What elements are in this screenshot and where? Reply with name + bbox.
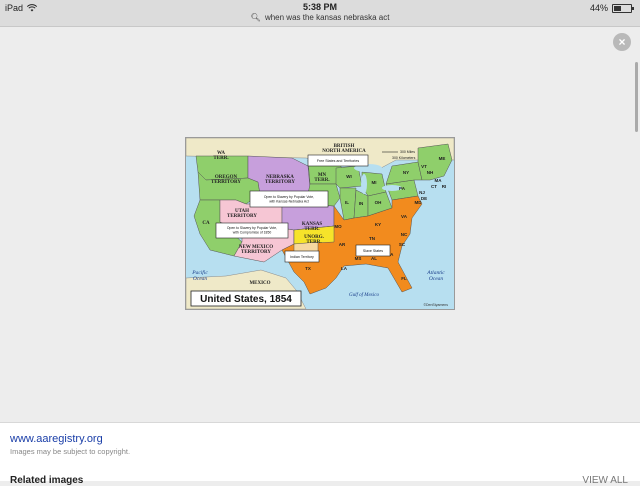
state-label-oh: OH <box>375 200 382 205</box>
view-all-link[interactable]: VIEW ALL <box>582 475 628 486</box>
state-label-la: LA <box>341 266 348 271</box>
state-label-nc: NC <box>401 232 408 237</box>
battery-level <box>614 5 622 11</box>
state-label-nh: NH <box>427 170 434 175</box>
state-label-mo: MO <box>334 224 342 229</box>
state-label-mi: MI <box>372 180 377 185</box>
scrollbar[interactable] <box>635 62 638 132</box>
status-bar: iPad 5:38 PM 44% 🔍︎ when was the kansas … <box>0 0 640 27</box>
close-button[interactable]: × <box>613 33 631 51</box>
state-label-de: DE <box>421 196 427 201</box>
label-ca: CA <box>202 221 210 226</box>
map-image[interactable]: BRITISH NORTH AMERICA WA TERR. OREGON TERRI… <box>185 137 455 310</box>
state-label-tn: TN <box>369 236 375 241</box>
state-label-fl: FL <box>401 276 407 281</box>
state-label-ms: MS <box>355 256 362 261</box>
legend-indian: Indian Territory <box>290 255 314 259</box>
state-label-ar: AR <box>339 242 346 247</box>
state-label-in: IN <box>359 201 364 206</box>
label-oregon: OREGON TERRITORY <box>211 175 241 185</box>
search-icon: 🔍︎ <box>250 13 261 22</box>
copyright-note: Images may be subject to copyright. <box>10 447 131 456</box>
state-label-ri: RI <box>442 184 447 189</box>
state-label-ct: CT <box>431 184 437 189</box>
state-label-sc: SC <box>399 242 406 247</box>
status-right: 44% <box>589 3 634 13</box>
image-info-panel: www.aaregistry.org Images may be subject… <box>0 422 640 486</box>
related-images-heading: Related images <box>10 475 84 486</box>
legend-free: Free States and Territories <box>317 159 359 163</box>
state-label-al: AL <box>371 256 377 261</box>
state-label-va: VA <box>401 214 408 219</box>
state-label-ma: MA <box>435 178 443 183</box>
status-time: 5:38 PM <box>302 2 337 12</box>
state-label-ny: NY <box>403 170 409 175</box>
state-label-nj: NJ <box>419 190 425 195</box>
battery-icon <box>612 3 634 13</box>
state-label-ky: KY <box>375 222 381 227</box>
scale-miles: 300 Miles <box>400 150 415 154</box>
search-query[interactable]: when was the kansas nebraska act <box>265 13 390 22</box>
state-label-md: MD <box>415 200 423 205</box>
legend-popular-kansas: Open to Slavery by Popular Vote, with Kan… <box>264 195 314 204</box>
map-credit: ©DenStyamens <box>423 303 448 307</box>
legend-popular-1850: Open to Slavery by Popular Vote, with Com… <box>227 226 277 235</box>
label-nebraska: NEBRASKA TERRITORY <box>265 175 295 185</box>
source-link[interactable]: www.aaregistry.org <box>10 433 103 445</box>
label-pacific: Pacific Ocean <box>191 269 208 282</box>
battery-percent: 44% <box>589 3 608 13</box>
legend-slave: Slave States <box>363 249 383 253</box>
scale-km: 300 Kilometers <box>392 156 416 160</box>
us-1854-map: BRITISH NORTH AMERICA WA TERR. OREGON TERRI… <box>186 138 454 309</box>
label-atlantic: Atlantic Ocean <box>426 270 445 282</box>
state-label-tx: TX <box>305 266 311 271</box>
state-label-me: ME <box>439 156 446 161</box>
state-label-vt: VT <box>421 164 427 169</box>
search-bar[interactable]: 🔍︎ when was the kansas nebraska act <box>0 13 640 22</box>
label-mexico: MEXICO <box>249 281 270 286</box>
label-gulf: Gulf of Mexico <box>349 293 379 298</box>
state-label-wi: WI <box>346 174 352 179</box>
state-label-il: IL <box>345 200 349 205</box>
label-new-mexico: NEW MEXICO TERRITORY <box>239 245 273 255</box>
map-title: United States, 1854 <box>200 294 292 305</box>
state-label-pa: PA <box>399 186 406 191</box>
label-kansas: KANSAS TERR. <box>302 222 323 232</box>
